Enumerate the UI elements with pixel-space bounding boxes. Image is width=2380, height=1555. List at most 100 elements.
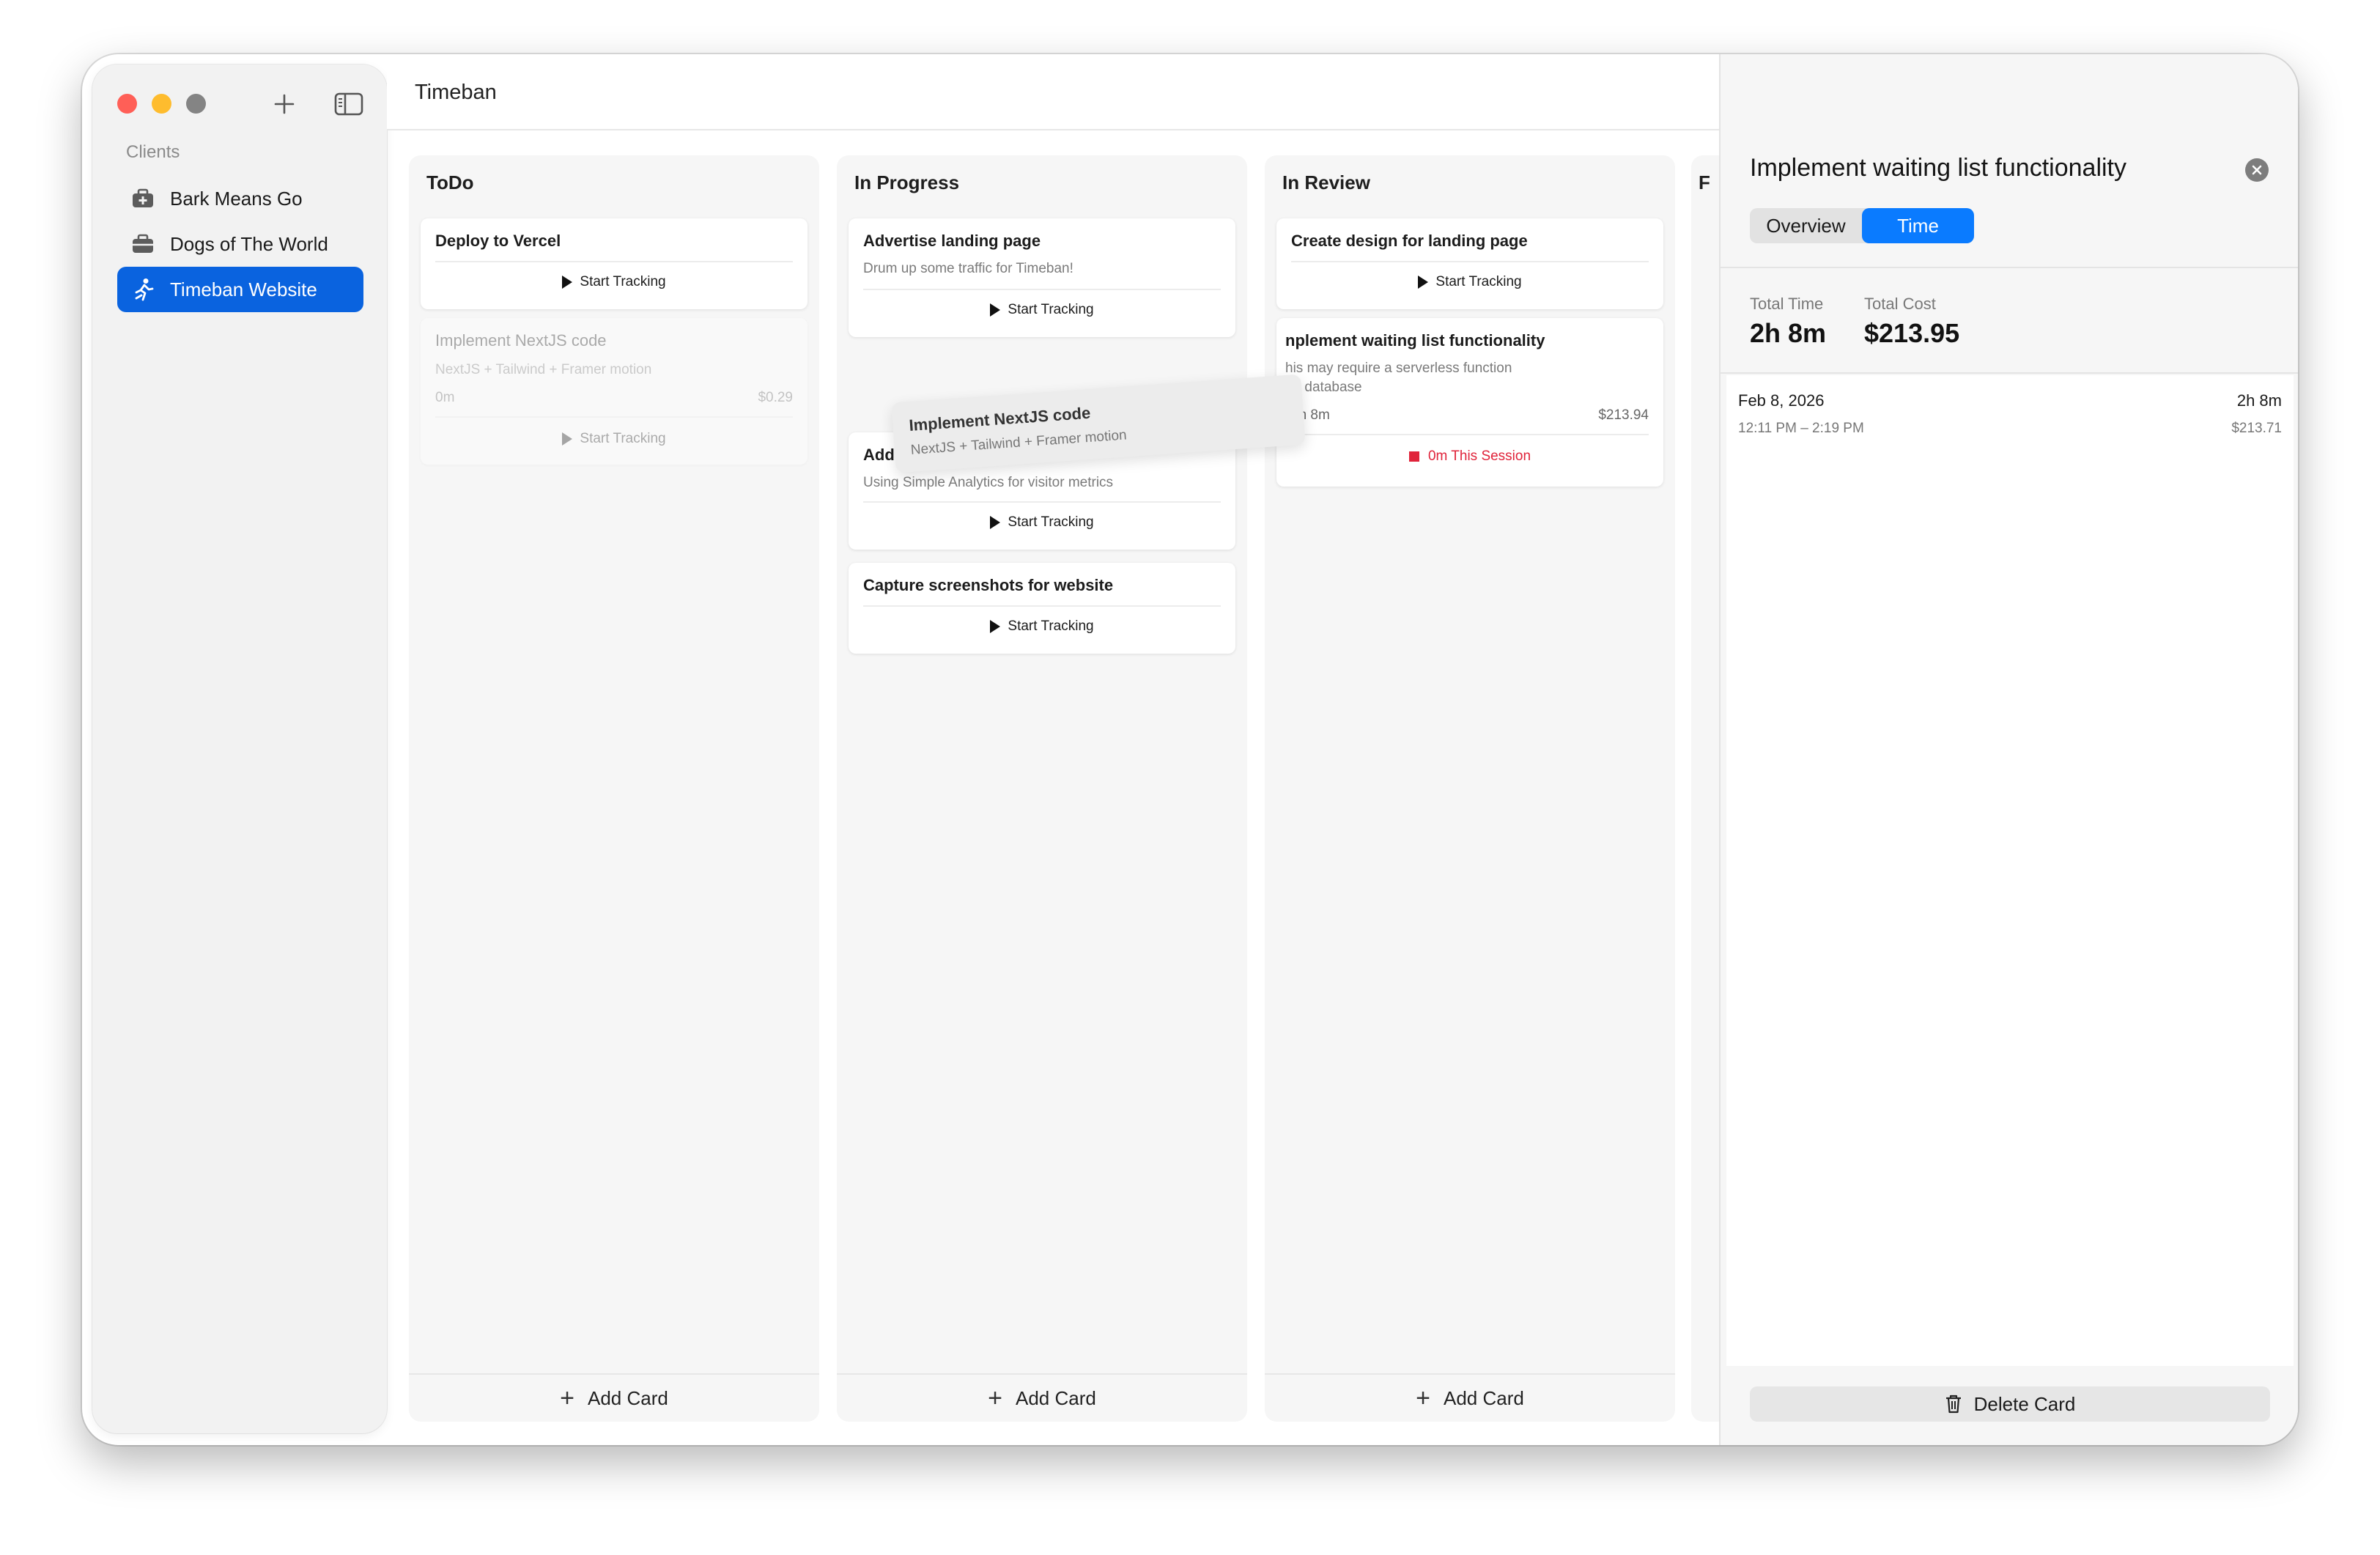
entry-time-range: 12:11 PM – 2:19 PM bbox=[1738, 421, 1864, 436]
column-title: In Progress bbox=[854, 171, 960, 193]
card-description-line: his may require a serverless function bbox=[1285, 361, 1512, 376]
card-title: Create design for landing page bbox=[1291, 232, 1528, 250]
tab-overview[interactable]: Overview bbox=[1750, 208, 1862, 243]
card-divider bbox=[1291, 261, 1649, 262]
card-title: Capture screenshots for website bbox=[863, 576, 1114, 594]
card-title: Implement NextJS code bbox=[435, 331, 607, 350]
client-label: Dogs of The World bbox=[170, 232, 328, 255]
plus-icon: + bbox=[1416, 1384, 1430, 1412]
close-button[interactable] bbox=[2245, 158, 2269, 182]
page-title: Timeban bbox=[415, 81, 497, 104]
card-time: 0m bbox=[435, 390, 455, 405]
entry-cost: $213.71 bbox=[2231, 421, 2282, 436]
card-detail-panel: Implement waiting list functionality Ove… bbox=[1719, 54, 2298, 1445]
play-icon bbox=[990, 620, 1001, 633]
sidebar-item-bark-means-go[interactable]: Bark Means Go bbox=[117, 176, 363, 221]
trash-icon bbox=[1945, 1395, 1961, 1414]
column-title: In Review bbox=[1282, 171, 1370, 193]
time-entry[interactable]: Feb 8, 2026 2h 8m 12:11 PM – 2:19 PM $21… bbox=[1726, 375, 2294, 448]
play-icon bbox=[562, 276, 573, 289]
divider bbox=[1721, 372, 2298, 374]
entry-date: Feb 8, 2026 bbox=[1738, 391, 1825, 410]
card-divider bbox=[1291, 434, 1649, 435]
client-label: Timeban Website bbox=[170, 278, 317, 300]
total-cost-value: $213.95 bbox=[1864, 318, 1960, 348]
card-title: Implement NextJS code bbox=[908, 403, 1092, 435]
window-close-button[interactable] bbox=[117, 94, 137, 114]
add-card-label: Add Card bbox=[588, 1386, 668, 1409]
start-tracking-label: Start Tracking bbox=[1008, 302, 1094, 317]
play-icon bbox=[562, 432, 573, 446]
total-cost-label: Total Cost bbox=[1864, 295, 1936, 313]
window-minimize-button[interactable] bbox=[152, 94, 171, 114]
card-deploy-to-vercel[interactable]: Deploy to Vercel Start Tracking bbox=[421, 218, 808, 309]
stop-tracking-button[interactable]: 0m This Session bbox=[1276, 448, 1663, 465]
start-tracking-label: Start Tracking bbox=[1435, 274, 1522, 289]
card-description: Drum up some traffic for Timeban! bbox=[863, 261, 1073, 276]
total-time-label: Total Time bbox=[1750, 295, 1824, 313]
card-waiting-list-functionality[interactable]: nplement waiting list functionality his … bbox=[1276, 318, 1663, 487]
card-advertise-landing-page[interactable]: Advertise landing page Drum up some traf… bbox=[849, 218, 1235, 337]
add-card-button[interactable]: + Add Card bbox=[837, 1373, 1247, 1422]
client-label: Bark Means Go bbox=[170, 187, 303, 210]
start-tracking-button[interactable]: Start Tracking bbox=[1276, 274, 1663, 290]
start-tracking-label: Start Tracking bbox=[1008, 618, 1094, 634]
delete-card-button[interactable]: Delete Card bbox=[1750, 1386, 2270, 1422]
time-entry-list: Feb 8, 2026 2h 8m 12:11 PM – 2:19 PM $21… bbox=[1726, 375, 2294, 1366]
column-title: F bbox=[1699, 171, 1710, 193]
tab-time[interactable]: Time bbox=[1862, 208, 1974, 243]
play-icon bbox=[1418, 276, 1429, 289]
card-capture-screenshots[interactable]: Capture screenshots for website Start Tr… bbox=[849, 563, 1235, 654]
stop-icon bbox=[1408, 451, 1419, 462]
start-tracking-label: Start Tracking bbox=[1008, 514, 1094, 530]
panel-tabs: Overview Time bbox=[1750, 208, 1974, 243]
total-time-value: 2h 8m bbox=[1750, 318, 1827, 348]
card-cost: $0.29 bbox=[758, 390, 793, 405]
play-icon bbox=[990, 303, 1001, 317]
delete-card-label: Delete Card bbox=[1973, 1392, 2076, 1415]
add-card-button[interactable]: + Add Card bbox=[409, 1373, 819, 1422]
start-tracking-label: Start Tracking bbox=[580, 431, 666, 446]
clients-heading: Clients bbox=[126, 142, 180, 162]
start-tracking-button[interactable]: Start Tracking bbox=[849, 302, 1235, 318]
column-todo: ToDo Deploy to Vercel Start Tracking Imp… bbox=[409, 155, 819, 1422]
panel-title: Implement waiting list functionality bbox=[1750, 154, 2127, 182]
start-tracking-button[interactable]: Start Tracking bbox=[849, 514, 1235, 531]
session-label: 0m This Session bbox=[1427, 448, 1531, 464]
add-card-label: Add Card bbox=[1444, 1386, 1524, 1409]
card-divider bbox=[435, 261, 793, 262]
app-window: Clients Bark Means Go Dogs of The World … bbox=[82, 54, 2298, 1445]
window-zoom-button[interactable] bbox=[186, 94, 206, 114]
add-card-label: Add Card bbox=[1016, 1386, 1096, 1409]
column-title: ToDo bbox=[426, 171, 474, 193]
card-title: nplement waiting list functionality bbox=[1285, 331, 1545, 350]
sidebar-item-dogs-of-the-world[interactable]: Dogs of The World bbox=[117, 221, 363, 267]
add-card-button[interactable]: + Add Card bbox=[1265, 1373, 1675, 1422]
card-title: Deploy to Vercel bbox=[435, 232, 561, 250]
column-in-progress: In Progress Advertise landing page Drum … bbox=[837, 155, 1247, 1422]
card-divider bbox=[863, 289, 1221, 290]
toolbar bbox=[387, 54, 1801, 130]
start-tracking-label: Start Tracking bbox=[580, 274, 666, 289]
column-partial: F bbox=[1691, 155, 1721, 1422]
card-title: Advertise landing page bbox=[863, 232, 1041, 250]
plus-icon bbox=[274, 94, 295, 114]
play-icon bbox=[990, 516, 1001, 529]
card-description: Using Simple Analytics for visitor metri… bbox=[863, 475, 1114, 490]
plus-icon: + bbox=[988, 1384, 1002, 1412]
card-divider bbox=[863, 501, 1221, 503]
add-client-button[interactable] bbox=[267, 86, 302, 122]
card-divider bbox=[863, 605, 1221, 607]
sidebar-toggle-icon bbox=[334, 92, 363, 116]
start-tracking-button[interactable]: Start Tracking bbox=[849, 618, 1235, 635]
card-divider bbox=[435, 416, 793, 418]
sidebar-toggle-button[interactable] bbox=[331, 86, 366, 122]
card-cost: $213.94 bbox=[1598, 407, 1649, 423]
column-in-review: In Review Create design for landing page… bbox=[1265, 155, 1675, 1422]
card-create-design-for-landing-page[interactable]: Create design for landing page Start Tra… bbox=[1276, 218, 1663, 309]
start-tracking-button[interactable]: Start Tracking bbox=[421, 274, 808, 290]
briefcase-icon bbox=[130, 232, 155, 256]
sidebar-item-timeban-website[interactable]: Timeban Website bbox=[117, 267, 363, 312]
start-tracking-button: Start Tracking bbox=[421, 431, 808, 447]
card-description: NextJS + Tailwind + Framer motion bbox=[435, 362, 652, 377]
